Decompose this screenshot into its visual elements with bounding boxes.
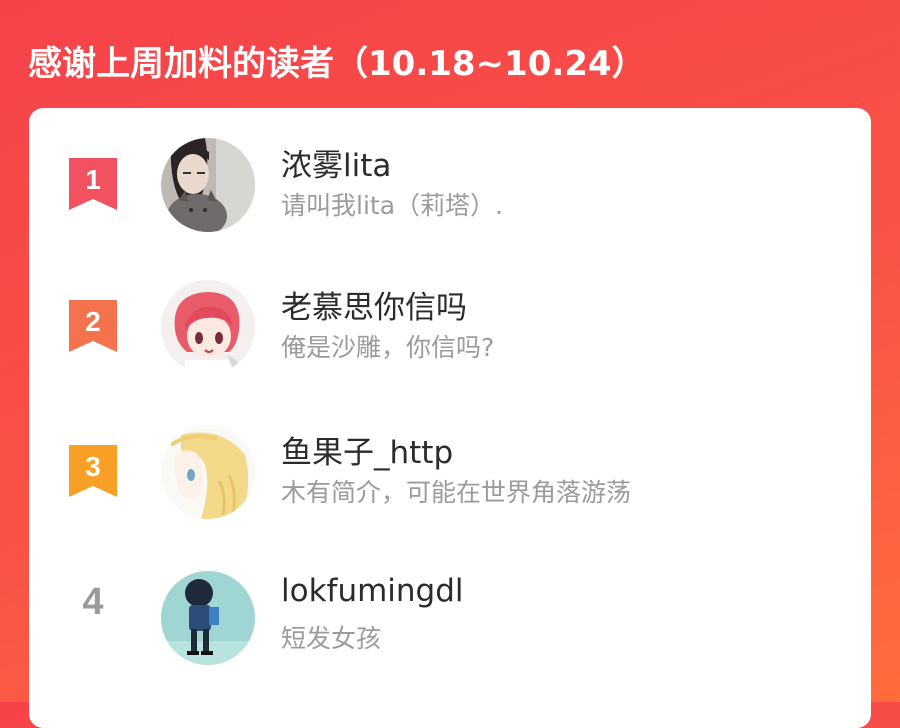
reader-row-4[interactable]: 4 lokfumingdl 短发女孩 — [29, 571, 871, 681]
reader-name[interactable]: 浓雾lita — [281, 140, 391, 185]
rank-badge-3: 3 — [69, 445, 117, 497]
rank-number: 1 — [85, 164, 101, 195]
girl-with-cat-avatar-icon — [161, 138, 255, 232]
reader-row-1[interactable]: 1 浓雾lita 请叫我lita（莉塔）. — [29, 138, 871, 248]
rank-badge-2: 2 — [69, 300, 117, 352]
avatar[interactable] — [161, 425, 255, 519]
short-hair-girl-avatar-icon — [161, 571, 255, 665]
avatar[interactable] — [161, 280, 255, 374]
reader-list-card: 1 浓雾lita 请叫我lita（莉塔）. 2 老慕思你信吗 俺是沙雕，你信吗?… — [29, 108, 871, 728]
reader-bio: 请叫我lita（莉塔）. — [281, 191, 503, 220]
avatar[interactable] — [161, 571, 255, 665]
reader-bio: 木有简介，可能在世界角落游荡 — [281, 478, 632, 507]
reader-row-3[interactable]: 3 鱼果子_http 木有简介，可能在世界角落游荡 — [29, 425, 871, 535]
reader-name[interactable]: 鱼果子_http — [281, 427, 453, 472]
bookmark-badge-icon: 2 — [69, 300, 117, 352]
pink-hair-anime-girl-avatar-icon — [161, 280, 255, 374]
reader-bio: 短发女孩 — [281, 624, 382, 653]
rank-badge-1: 1 — [69, 158, 117, 210]
reader-name[interactable]: 老慕思你信吗 — [281, 282, 467, 327]
avatar[interactable] — [161, 138, 255, 232]
rank-number: 2 — [85, 306, 101, 337]
bookmark-badge-icon: 1 — [69, 158, 117, 210]
bookmark-badge-icon: 3 — [69, 445, 117, 497]
reader-bio: 俺是沙雕，你信吗? — [281, 333, 495, 362]
reader-name[interactable]: lokfumingdl — [281, 573, 464, 609]
reader-row-2[interactable]: 2 老慕思你信吗 俺是沙雕，你信吗? — [29, 280, 871, 390]
rank-number: 3 — [85, 451, 101, 482]
blonde-anime-girl-avatar-icon — [161, 425, 255, 519]
rank-number-4: 4 — [82, 581, 104, 623]
page-title: 感谢上周加料的读者（10.18~10.24） — [28, 44, 646, 84]
